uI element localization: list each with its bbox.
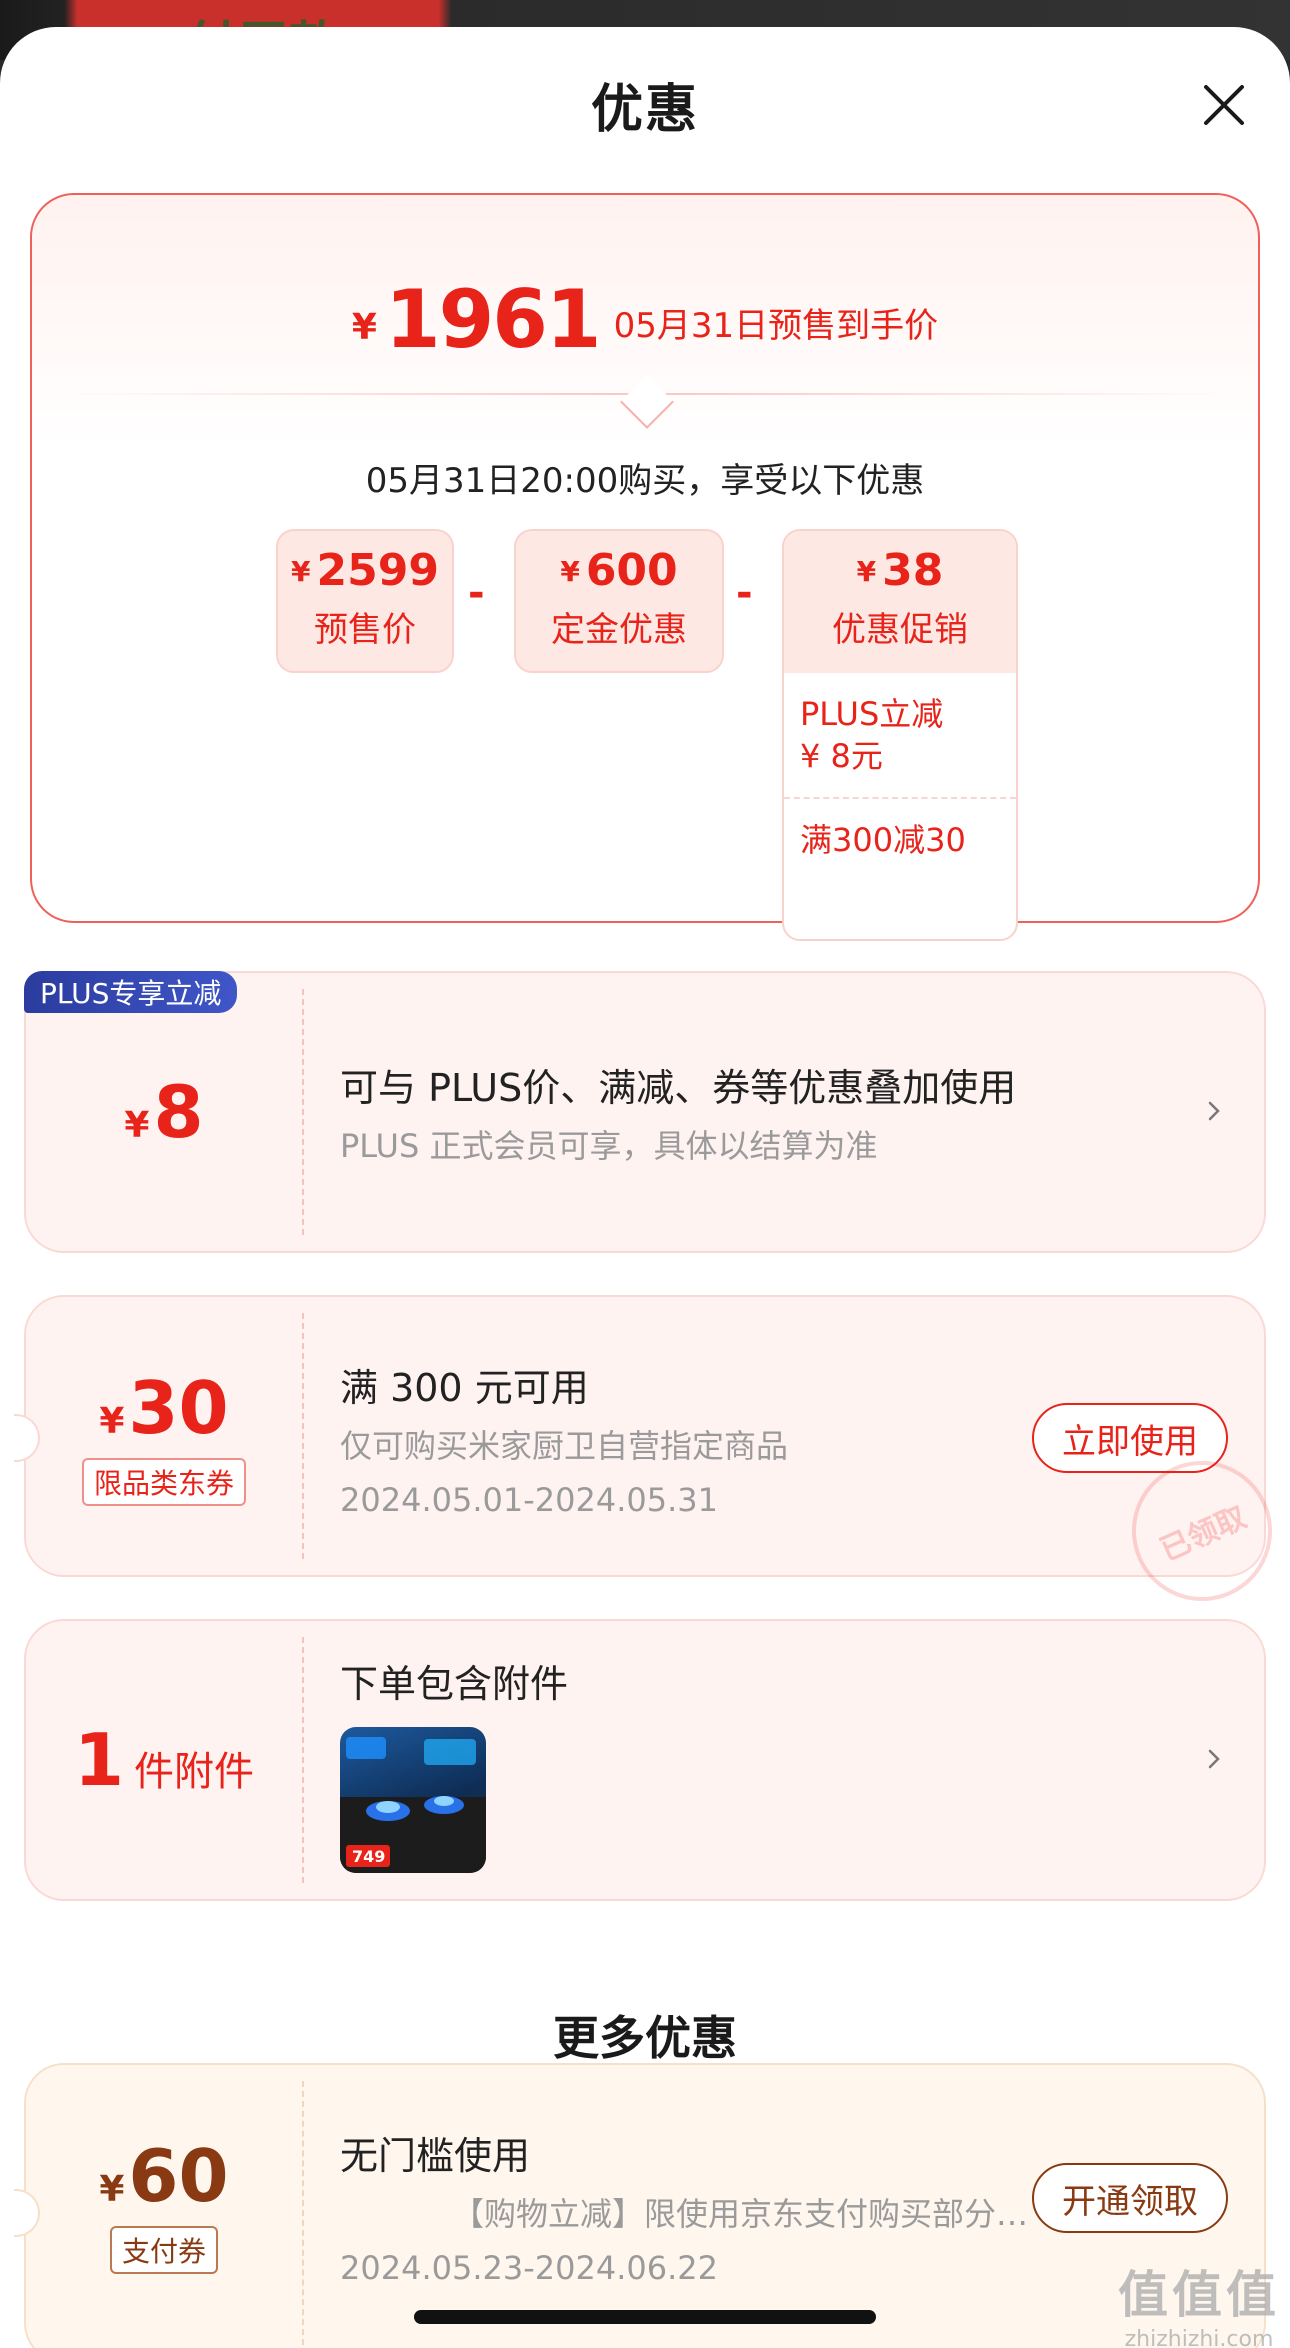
final-price-value: 1961 — [384, 273, 602, 366]
sheet-title: 优惠 — [590, 80, 699, 140]
coupon-amount-value: 8 — [153, 1070, 204, 1154]
coupon-date: 2024.05.23-2024.06.22 — [340, 2249, 718, 2287]
plus-discount-card[interactable]: ¥8 可与 PLUS价、满减、券等优惠叠加使用 PLUS 正式会员可享，具体以结… — [24, 971, 1266, 1253]
close-button[interactable] — [1188, 69, 1260, 141]
coupon-title: 无门槛使用 — [340, 2134, 531, 2178]
watermark-url: zhizhizhi.com — [1124, 2327, 1274, 2348]
coupon-amount: ¥60 支付券 — [26, 2065, 302, 2343]
dashed-separator — [302, 989, 304, 1235]
currency-symbol: ¥ — [99, 2169, 125, 2210]
coupon-amount: ¥30 限品类东券 — [26, 1297, 302, 1575]
coupon-desc: PLUS 正式会员可享，具体以结算为准 — [340, 1127, 878, 1165]
currency-symbol: ¥ — [124, 1105, 150, 1146]
close-icon — [1204, 85, 1244, 125]
pay-coupon-card: ¥60 支付券 无门槛使用 【购物立减】限使用京东支付购买部分… 2024.05… — [14, 2063, 1266, 2348]
accessory-count: 1 件附件 — [26, 1621, 302, 1899]
deposit-discount-box: ¥600 定金优惠 — [514, 529, 724, 673]
currency-symbol: ¥ — [351, 307, 377, 348]
currency-symbol: ¥ — [291, 555, 311, 588]
coupon-amount-value: 30 — [128, 1366, 229, 1450]
discount-sheet: 优惠 ¥1961 05月31日预售到手价 05月31日20:00购买，享受以下优惠… — [0, 27, 1290, 2348]
dashed-separator — [302, 2081, 304, 2345]
coupon-desc: 仅可购买米家厨卫自营指定商品 — [340, 1427, 789, 1465]
coupon-title: 满 300 元可用 — [340, 1366, 589, 1410]
coupon-tag: 支付券 — [109, 2226, 218, 2274]
activate-claim-button[interactable]: 开通领取 — [1032, 2163, 1228, 2233]
accessory-count-value: 1 — [73, 1718, 125, 1802]
promotion-value: 38 — [882, 545, 944, 596]
promo-item-plus: PLUS立减 ¥ 8元 — [800, 695, 944, 775]
promotion-box: ¥38 优惠促销 PLUS立减 ¥ 8元 满300减30 — [782, 529, 1018, 941]
buy-note: 05月31日20:00购买，享受以下优惠 — [365, 461, 925, 501]
dashed-separator — [302, 1637, 304, 1883]
promo-item-full-reduction: 满300减30 — [784, 797, 1016, 881]
watermark-logo: 值值值 — [1118, 2266, 1280, 2324]
accessory-card[interactable]: 1 件附件 下单包含附件 749 — [24, 1619, 1266, 1901]
promotion-label: 优惠促销 — [832, 610, 968, 650]
jd-coupon-card: ¥30 限品类东券 满 300 元可用 仅可购买米家厨卫自营指定商品 2024.… — [14, 1295, 1290, 1624]
divider-notch — [620, 375, 674, 429]
final-price-label: 05月31日预售到手价 — [613, 306, 939, 346]
coupon-amount: ¥8 — [26, 973, 302, 1251]
dashed-separator — [302, 1313, 304, 1559]
currency-symbol: ¥ — [560, 555, 580, 588]
chevron-right-icon[interactable] — [1202, 1099, 1226, 1123]
chevron-right-icon[interactable] — [1202, 1747, 1226, 1771]
minus-sign: - — [468, 570, 485, 616]
more-offers-title: 更多优惠 — [553, 2011, 737, 2065]
presale-price-value: 2599 — [316, 545, 439, 596]
coupon-date: 2024.05.01-2024.05.31 — [340, 1481, 718, 1519]
accessory-thumbnail[interactable]: 749 — [340, 1727, 486, 1873]
plus-badge: PLUS专享立减 — [24, 971, 238, 1013]
watermark: 值值值 zhizhizhi.com — [1118, 2255, 1280, 2348]
coupon-tag: 限品类东券 — [81, 1458, 246, 1506]
accessory-unit: 件附件 — [134, 1749, 255, 1795]
accessory-title: 下单包含附件 — [340, 1662, 569, 1706]
price-summary-card: ¥1961 05月31日预售到手价 05月31日20:00购买，享受以下优惠 ¥2… — [30, 193, 1260, 941]
coupon-desc: 【购物立减】限使用京东支付购买部分… — [451, 2195, 1028, 2233]
coupon-title: 可与 PLUS价、满减、券等优惠叠加使用 — [340, 1066, 1017, 1110]
home-indicator[interactable] — [414, 2310, 876, 2324]
minus-sign: - — [736, 570, 753, 616]
presale-price-box: ¥2599 预售价 — [276, 529, 454, 673]
presale-price-label: 预售价 — [314, 610, 416, 650]
thumbnail-price: 749 — [352, 1847, 386, 1866]
deposit-discount-value: 600 — [585, 545, 678, 596]
coupon-amount-value: 60 — [128, 2134, 229, 2218]
deposit-discount-label: 定金优惠 — [551, 610, 687, 650]
currency-symbol: ¥ — [99, 1401, 125, 1442]
final-price: ¥1961 05月31日预售到手价 — [32, 273, 1258, 366]
currency-symbol: ¥ — [856, 555, 877, 588]
